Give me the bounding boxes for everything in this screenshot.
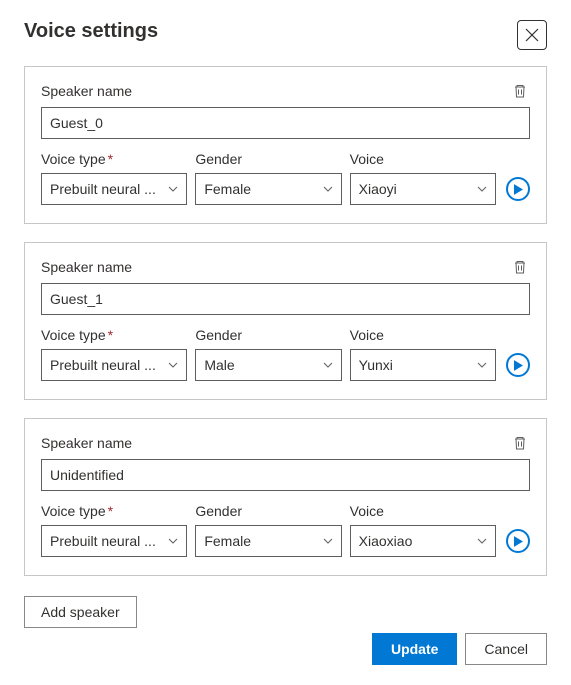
speaker-card: Speaker name Voice type* Prebuilt neural… bbox=[24, 66, 547, 224]
close-icon bbox=[525, 28, 539, 42]
play-button[interactable] bbox=[506, 353, 530, 377]
voice-type-dropdown[interactable]: Prebuilt neural ... bbox=[41, 173, 187, 205]
play-icon bbox=[514, 184, 523, 195]
play-icon bbox=[514, 360, 523, 371]
speaker-name-label: Speaker name bbox=[41, 435, 132, 451]
delete-speaker-button[interactable] bbox=[510, 81, 530, 101]
delete-speaker-button[interactable] bbox=[510, 433, 530, 453]
voice-label: Voice bbox=[350, 327, 496, 343]
speaker-name-label: Speaker name bbox=[41, 259, 132, 275]
voice-dropdown[interactable]: Xiaoxiao bbox=[350, 525, 496, 557]
voice-type-label: Voice type* bbox=[41, 327, 187, 343]
trash-icon bbox=[512, 259, 528, 275]
gender-label: Gender bbox=[195, 151, 341, 167]
speaker-card: Speaker name Voice type* Prebuilt neural… bbox=[24, 418, 547, 576]
speaker-name-label: Speaker name bbox=[41, 83, 132, 99]
add-speaker-button[interactable]: Add speaker bbox=[24, 596, 137, 628]
gender-label: Gender bbox=[195, 327, 341, 343]
play-button[interactable] bbox=[506, 529, 530, 553]
voice-label: Voice bbox=[350, 503, 496, 519]
voice-label: Voice bbox=[350, 151, 496, 167]
page-title: Voice settings bbox=[24, 20, 158, 43]
update-button[interactable]: Update bbox=[372, 633, 457, 665]
gender-label: Gender bbox=[195, 503, 341, 519]
speaker-name-input[interactable] bbox=[41, 459, 530, 491]
gender-dropdown[interactable]: Female bbox=[195, 173, 341, 205]
speaker-card: Speaker name Voice type* Prebuilt neural… bbox=[24, 242, 547, 400]
voice-type-label: Voice type* bbox=[41, 151, 187, 167]
voice-dropdown[interactable]: Yunxi bbox=[350, 349, 496, 381]
voice-dropdown[interactable]: Xiaoyi bbox=[350, 173, 496, 205]
voice-type-label: Voice type* bbox=[41, 503, 187, 519]
delete-speaker-button[interactable] bbox=[510, 257, 530, 277]
gender-dropdown[interactable]: Male bbox=[195, 349, 341, 381]
play-button[interactable] bbox=[506, 177, 530, 201]
gender-dropdown[interactable]: Female bbox=[195, 525, 341, 557]
close-button[interactable] bbox=[517, 20, 547, 50]
cancel-button[interactable]: Cancel bbox=[465, 633, 547, 665]
voice-type-dropdown[interactable]: Prebuilt neural ... bbox=[41, 525, 187, 557]
speaker-name-input[interactable] bbox=[41, 283, 530, 315]
speaker-name-input[interactable] bbox=[41, 107, 530, 139]
trash-icon bbox=[512, 435, 528, 451]
voice-type-dropdown[interactable]: Prebuilt neural ... bbox=[41, 349, 187, 381]
trash-icon bbox=[512, 83, 528, 99]
play-icon bbox=[514, 536, 523, 547]
